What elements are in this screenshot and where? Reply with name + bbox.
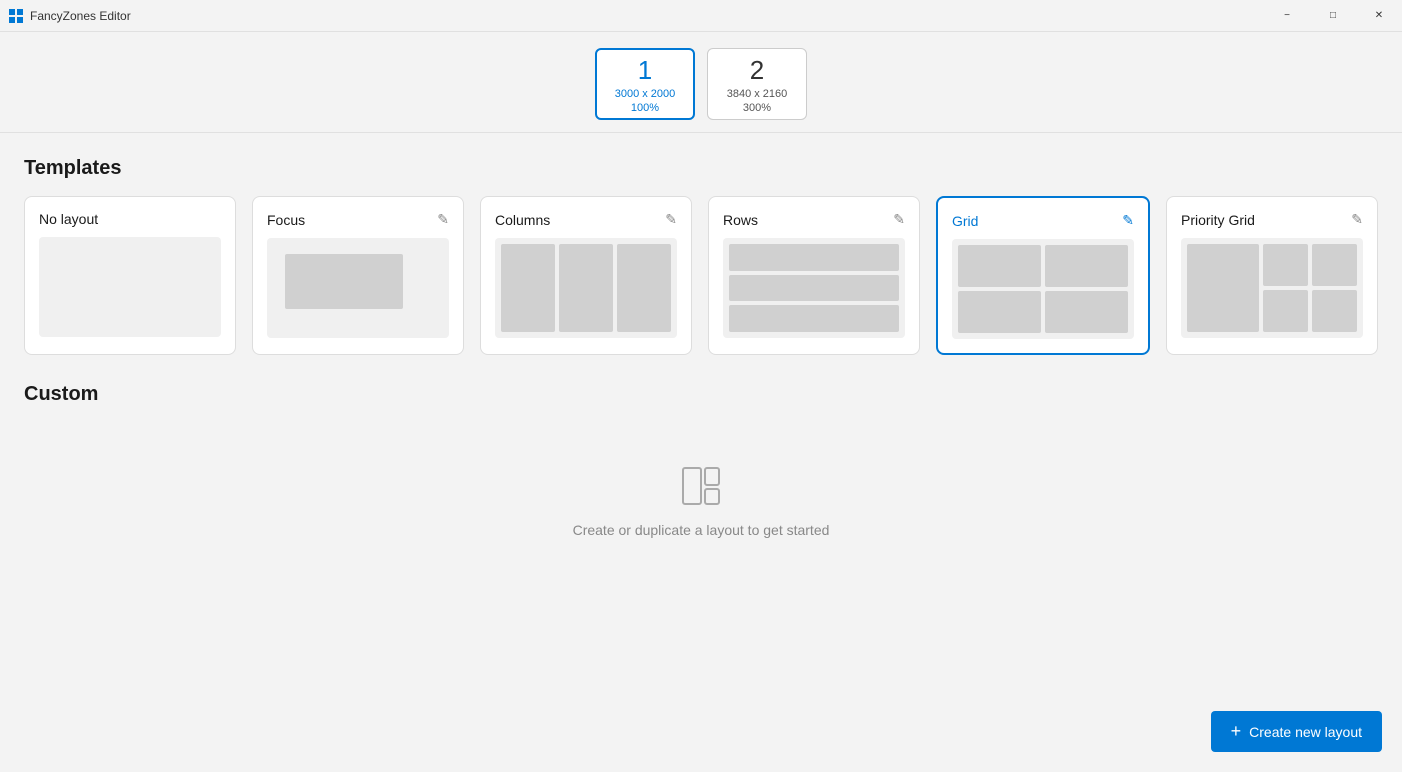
- templates-row: No layout Focus ✎ Columns ✎: [24, 196, 1378, 355]
- titlebar-left: FancyZones Editor: [8, 8, 131, 24]
- template-card-columns[interactable]: Columns ✎: [480, 196, 692, 355]
- template-card-header-grid: Grid ✎: [952, 212, 1134, 229]
- preview-no-layout: [39, 237, 221, 337]
- edit-icon-priority-grid[interactable]: ✎: [1351, 211, 1363, 228]
- monitor-section: 1 3000 x 2000 100% 2 3840 x 2160 300%: [0, 32, 1402, 133]
- monitor-zoom-1: 100%: [631, 102, 659, 114]
- close-button[interactable]: ✕: [1356, 0, 1402, 32]
- grid-zone-1: [958, 245, 1041, 287]
- titlebar: FancyZones Editor − □ ✕: [0, 0, 1402, 32]
- pg-zone-small-3: [1263, 290, 1308, 332]
- template-card-title-columns: Columns: [495, 212, 550, 228]
- create-btn-label: Create new layout: [1249, 724, 1362, 740]
- empty-layout-icon: [677, 462, 725, 510]
- minimize-button[interactable]: −: [1264, 0, 1310, 32]
- col-zone-1: [501, 244, 555, 332]
- custom-empty-state: Create or duplicate a layout to get star…: [24, 422, 1378, 538]
- preview-rows: [723, 238, 905, 338]
- maximize-button[interactable]: □: [1310, 0, 1356, 32]
- edit-icon-rows[interactable]: ✎: [893, 211, 905, 228]
- create-btn-plus-icon: +: [1231, 721, 1242, 742]
- monitor-resolution-1: 3000 x 2000: [615, 88, 676, 100]
- template-card-title-grid: Grid: [952, 213, 978, 229]
- pg-zone-small-2: [1312, 244, 1357, 286]
- preview-columns: [495, 238, 677, 338]
- app-icon: [8, 8, 24, 24]
- preview-priority-grid: [1181, 238, 1363, 338]
- template-card-title-priority-grid: Priority Grid: [1181, 212, 1255, 228]
- templates-section-title: Templates: [24, 157, 1378, 180]
- preview-grid: [952, 239, 1134, 339]
- monitor-card-1[interactable]: 1 3000 x 2000 100%: [595, 48, 695, 120]
- template-card-rows[interactable]: Rows ✎: [708, 196, 920, 355]
- grid-zone-4: [1045, 291, 1128, 333]
- template-card-header-rows: Rows ✎: [723, 211, 905, 228]
- custom-section: Custom Create or duplicate a layout to g…: [24, 383, 1378, 538]
- monitor-number-2: 2: [750, 55, 764, 86]
- main-content: Templates No layout Focus ✎: [0, 133, 1402, 772]
- row-zone-2: [729, 275, 899, 302]
- row-zone-3: [729, 305, 899, 332]
- edit-icon-grid[interactable]: ✎: [1122, 212, 1134, 229]
- col-zone-3: [617, 244, 671, 332]
- monitor-card-2[interactable]: 2 3840 x 2160 300%: [707, 48, 807, 120]
- pg-zone-small-1: [1263, 244, 1308, 286]
- templates-section: Templates No layout Focus ✎: [24, 157, 1378, 355]
- create-new-layout-button[interactable]: + Create new layout: [1211, 711, 1382, 752]
- template-card-header-focus: Focus ✎: [267, 211, 449, 228]
- titlebar-controls: − □ ✕: [1264, 0, 1402, 32]
- custom-section-title: Custom: [24, 383, 1378, 406]
- monitor-number-1: 1: [638, 55, 652, 86]
- template-card-title-no-layout: No layout: [39, 211, 98, 227]
- template-card-title-focus: Focus: [267, 212, 305, 228]
- template-card-title-rows: Rows: [723, 212, 758, 228]
- focus-zone: [285, 254, 403, 309]
- pg-zone-small-4: [1312, 290, 1357, 332]
- template-card-header-no-layout: No layout: [39, 211, 221, 227]
- monitor-zoom-2: 300%: [743, 102, 771, 114]
- col-zone-2: [559, 244, 613, 332]
- preview-focus: [267, 238, 449, 338]
- edit-icon-focus[interactable]: ✎: [437, 211, 449, 228]
- template-card-no-layout[interactable]: No layout: [24, 196, 236, 355]
- template-card-header-columns: Columns ✎: [495, 211, 677, 228]
- template-card-focus[interactable]: Focus ✎: [252, 196, 464, 355]
- template-card-grid[interactable]: Grid ✎: [936, 196, 1150, 355]
- grid-zone-2: [1045, 245, 1128, 287]
- template-card-priority-grid[interactable]: Priority Grid ✎: [1166, 196, 1378, 355]
- edit-icon-columns[interactable]: ✎: [665, 211, 677, 228]
- monitor-resolution-2: 3840 x 2160: [727, 88, 788, 100]
- pg-zone-main: [1187, 244, 1259, 332]
- custom-empty-text: Create or duplicate a layout to get star…: [573, 522, 830, 538]
- template-card-header-priority-grid: Priority Grid ✎: [1181, 211, 1363, 228]
- app-title: FancyZones Editor: [30, 9, 131, 23]
- row-zone-1: [729, 244, 899, 271]
- grid-zone-3: [958, 291, 1041, 333]
